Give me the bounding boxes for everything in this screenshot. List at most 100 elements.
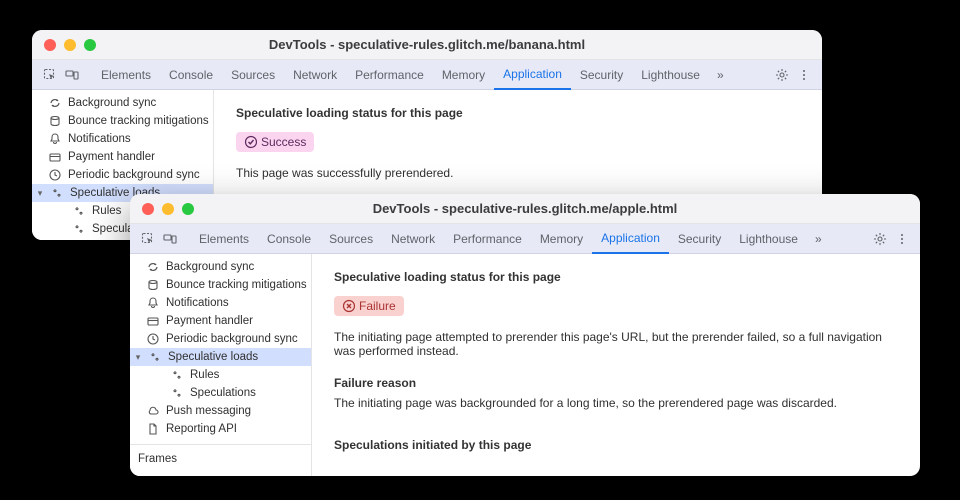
clock-icon <box>48 168 62 182</box>
sidebar-item-rules[interactable]: Rules <box>130 366 311 384</box>
cloud-icon <box>146 404 160 418</box>
sidebar-item-label: Background sync <box>68 97 156 109</box>
sidebar-item-label: Specula <box>92 223 134 235</box>
tabs-overflow[interactable]: » <box>809 224 828 254</box>
sidebar-item-label: Bounce tracking mitigations <box>166 279 307 291</box>
traffic-lights <box>32 39 96 51</box>
sidebar-item-periodic-background-sync[interactable]: Periodic background sync <box>32 166 213 184</box>
db-icon <box>146 278 160 292</box>
titlebar: DevTools - speculative-rules.glitch.me/a… <box>130 194 920 224</box>
card-icon <box>48 150 62 164</box>
device-toggle-icon[interactable] <box>62 65 82 85</box>
sidebar-item-label: Payment handler <box>68 151 155 163</box>
sidebar-item-label: Payment handler <box>166 315 253 327</box>
badge-label: Failure <box>359 299 396 313</box>
content-pane: Speculative loading status for this page… <box>312 254 920 476</box>
tab-sources[interactable]: Sources <box>222 60 284 90</box>
sidebar-item-label: Rules <box>190 369 219 381</box>
sidebar-item-bounce-tracking-mitigations[interactable]: Bounce tracking mitigations <box>130 276 311 294</box>
sidebar-item-background-sync[interactable]: Background sync <box>32 94 213 112</box>
window-title: DevTools - speculative-rules.glitch.me/b… <box>32 37 822 52</box>
sidebar-item-label: Notifications <box>68 133 131 145</box>
sidebar: Background sync Bounce tracking mitigatio… <box>130 254 312 476</box>
sidebar-item-label: Reporting API <box>166 423 237 435</box>
sidebar-item-notifications[interactable]: Notifications <box>130 294 311 312</box>
settings-icon[interactable] <box>772 65 792 85</box>
failure-reason-heading: Failure reason <box>334 376 898 390</box>
sidebar-item-payment-handler[interactable]: Payment handler <box>130 312 311 330</box>
window-title: DevTools - speculative-rules.glitch.me/a… <box>130 201 920 216</box>
more-icon[interactable] <box>794 65 814 85</box>
card-icon <box>146 314 160 328</box>
tab-memory[interactable]: Memory <box>433 60 494 90</box>
titlebar: DevTools - speculative-rules.glitch.me/b… <box>32 30 822 60</box>
more-icon[interactable] <box>892 229 912 249</box>
bell-icon <box>48 132 62 146</box>
tab-lighthouse[interactable]: Lighthouse <box>632 60 709 90</box>
sidebar-item-payment-handler[interactable]: Payment handler <box>32 148 213 166</box>
tab-application[interactable]: Application <box>592 224 669 254</box>
tab-network[interactable]: Network <box>284 60 346 90</box>
sidebar-item-notifications[interactable]: Notifications <box>32 130 213 148</box>
tab-console[interactable]: Console <box>160 60 222 90</box>
devtools-window-apple: DevTools - speculative-rules.glitch.me/a… <box>130 194 920 476</box>
sidebar-item-push-messaging[interactable]: Push messaging <box>130 402 311 420</box>
inspect-icon[interactable] <box>40 65 60 85</box>
sidebar-item-label: Periodic background sync <box>166 333 298 345</box>
sidebar-item-label: Push messaging <box>166 405 251 417</box>
status-description: The initiating page attempted to prerend… <box>334 330 898 358</box>
sidebar-item-periodic-background-sync[interactable]: Periodic background sync <box>130 330 311 348</box>
check-icon <box>244 136 257 149</box>
close-button[interactable] <box>142 203 154 215</box>
maximize-button[interactable] <box>182 203 194 215</box>
chevron-down-icon: ▾ <box>36 188 44 199</box>
loads-icon <box>50 186 64 200</box>
settings-icon[interactable] <box>870 229 890 249</box>
arrows-icon <box>72 222 86 236</box>
speculations-heading: Speculations initiated by this page <box>334 438 898 452</box>
tab-security[interactable]: Security <box>571 60 632 90</box>
tab-memory[interactable]: Memory <box>531 224 592 254</box>
tab-security[interactable]: Security <box>669 224 730 254</box>
sync-icon <box>48 96 62 110</box>
sidebar-item-reporting-api[interactable]: Reporting API <box>130 420 311 438</box>
traffic-lights <box>130 203 194 215</box>
loads-icon <box>148 350 162 364</box>
minimize-button[interactable] <box>64 39 76 51</box>
tab-application[interactable]: Application <box>494 60 571 90</box>
db-icon <box>48 114 62 128</box>
maximize-button[interactable] <box>84 39 96 51</box>
sync-icon <box>146 260 160 274</box>
tab-sources[interactable]: Sources <box>320 224 382 254</box>
tab-console[interactable]: Console <box>258 224 320 254</box>
sidebar-item-label: Speculations <box>190 387 256 399</box>
failure-reason-description: The initiating page was backgrounded for… <box>334 396 898 410</box>
sidebar-item-label: Bounce tracking mitigations <box>68 115 209 127</box>
tab-network[interactable]: Network <box>382 224 444 254</box>
status-badge-success: Success <box>236 132 314 152</box>
sidebar-item-label: Periodic background sync <box>68 169 200 181</box>
sidebar-item-speculative-loads[interactable]: ▾ Speculative loads <box>130 348 311 366</box>
sidebar-item-label: Speculative loads <box>168 351 258 363</box>
sidebar-item-speculations[interactable]: Speculations <box>130 384 311 402</box>
tab-elements[interactable]: Elements <box>190 224 258 254</box>
sidebar-item-background-sync[interactable]: Background sync <box>130 258 311 276</box>
chevron-down-icon: ▾ <box>134 352 142 363</box>
device-toggle-icon[interactable] <box>160 229 180 249</box>
tab-performance[interactable]: Performance <box>444 224 531 254</box>
tab-lighthouse[interactable]: Lighthouse <box>730 224 807 254</box>
status-description: This page was successfully prerendered. <box>236 166 800 180</box>
arrows-icon <box>170 368 184 382</box>
inspect-icon[interactable] <box>138 229 158 249</box>
tab-performance[interactable]: Performance <box>346 60 433 90</box>
close-button[interactable] <box>44 39 56 51</box>
minimize-button[interactable] <box>162 203 174 215</box>
tabs-overflow[interactable]: » <box>711 60 730 90</box>
sidebar-item-bounce-tracking-mitigations[interactable]: Bounce tracking mitigations <box>32 112 213 130</box>
sidebar-section-frames: Frames <box>130 445 311 467</box>
tab-elements[interactable]: Elements <box>92 60 160 90</box>
status-heading: Speculative loading status for this page <box>334 270 898 284</box>
arrows-icon <box>170 386 184 400</box>
status-badge-failure: Failure <box>334 296 404 316</box>
badge-label: Success <box>261 135 306 149</box>
